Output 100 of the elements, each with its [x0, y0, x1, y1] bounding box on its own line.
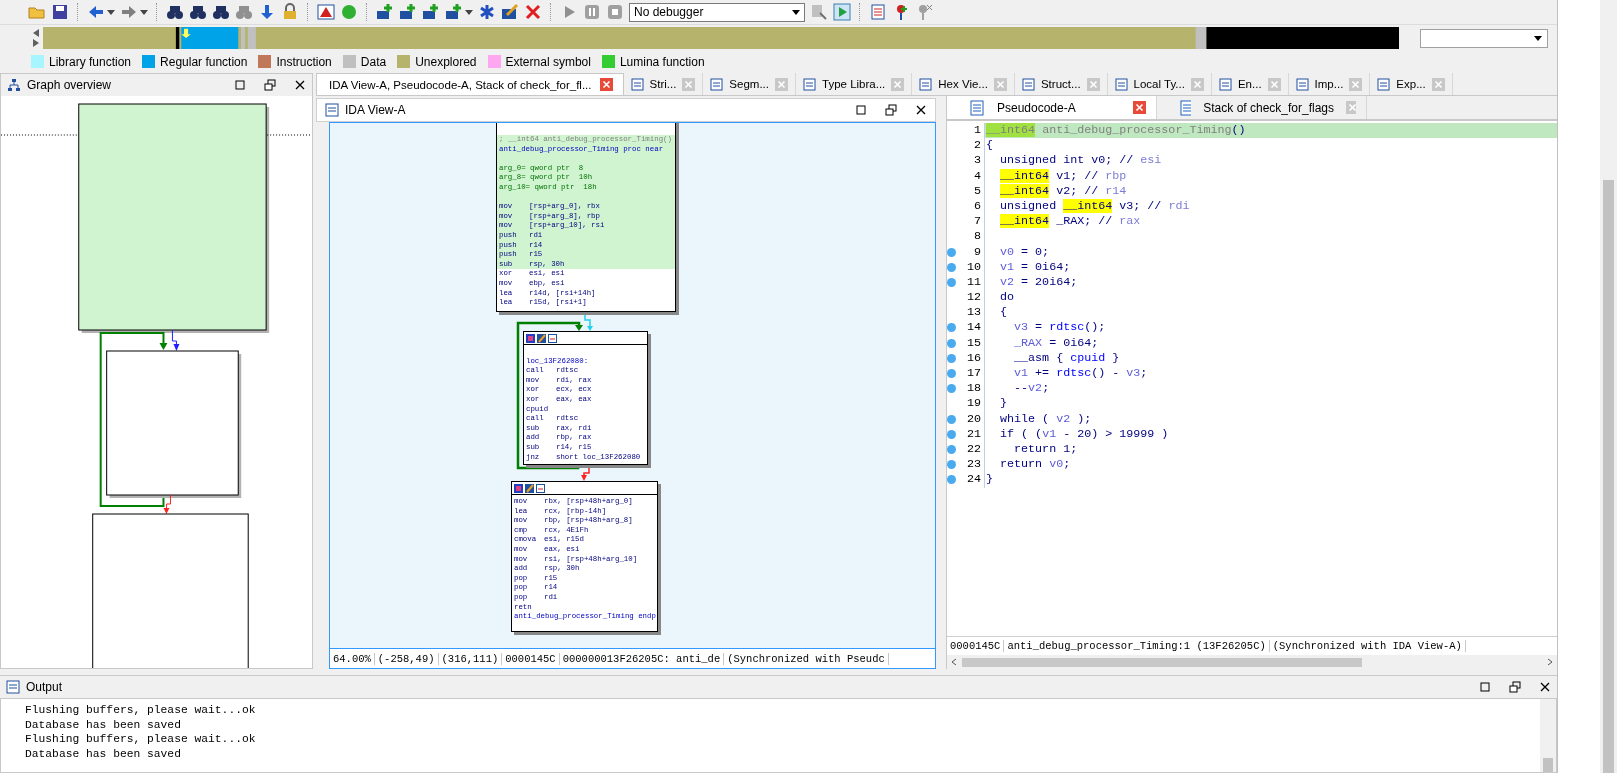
lock-icon[interactable] [281, 3, 299, 21]
line-number: 6 [974, 198, 981, 215]
tab[interactable]: IDA View-A, Pseudocode-A, Stack of check_for_fl... [316, 73, 624, 95]
maximize-icon[interactable] [1479, 681, 1491, 693]
document-icon [803, 77, 816, 91]
breakpoint-marker[interactable] [947, 369, 956, 378]
binoculars-icon[interactable] [189, 3, 207, 21]
document-icon [1021, 77, 1035, 91]
save-icon[interactable] [51, 3, 69, 21]
asterisk-icon[interactable] [478, 3, 496, 21]
plus-icon[interactable] [422, 3, 440, 21]
code-line: v0 = 0; [999, 244, 1051, 260]
breakpoint-marker[interactable] [947, 338, 956, 348]
graph-icon [7, 78, 21, 92]
scroll-left-icon[interactable] [950, 658, 958, 666]
float-icon[interactable] [885, 104, 897, 116]
code-line: while ( v2 ); [999, 411, 1093, 427]
close-icon[interactable] [915, 104, 927, 116]
color-icon[interactable] [514, 483, 523, 493]
status-field: (Synchronized with IDA View-A) [1269, 640, 1466, 652]
float-icon[interactable] [1509, 681, 1521, 693]
vertical-scrollbar[interactable] [1600, 0, 1617, 773]
document-icon [710, 77, 724, 91]
binoculars-icon[interactable] [212, 3, 230, 21]
code-line: unsigned __int64 v3; // rdi [999, 198, 1191, 215]
code-line: v1 += rdtsc() - v3; [1013, 366, 1149, 382]
breakpoint-marker[interactable] [947, 444, 956, 454]
horizontal-scrollbar[interactable] [947, 655, 1557, 669]
graph-node[interactable] [511, 481, 658, 632]
caret-icon[interactable] [465, 9, 473, 15]
document-icon [1114, 77, 1128, 91]
output-line: Flushing buffers, please wait...ok [25, 732, 257, 747]
code-line: return v0; [999, 457, 1072, 473]
line-number: 4 [974, 168, 981, 184]
stop-icon[interactable] [606, 3, 624, 21]
breakpoint-marker[interactable] [947, 429, 956, 439]
status-field: 64.00% [330, 652, 375, 665]
maximize-icon[interactable] [234, 79, 246, 91]
scroll-right-icon[interactable] [1546, 658, 1554, 666]
maximize-icon[interactable] [855, 104, 867, 116]
breakpoint-marker[interactable] [947, 262, 956, 272]
document-icon [919, 77, 933, 91]
scroll-arrows-icon[interactable] [32, 28, 40, 48]
status-field: 0000145C [947, 640, 1005, 652]
code-line: __asm { cpuid } [1013, 350, 1121, 366]
vertical-scrollbar[interactable] [1540, 699, 1556, 772]
back-arrow-icon[interactable] [87, 3, 105, 21]
color-icon[interactable] [526, 333, 535, 343]
caret-icon [792, 9, 800, 15]
breakpoint-marker[interactable] [947, 323, 956, 333]
binoculars-icon[interactable] [166, 3, 184, 21]
graph-node[interactable] [496, 123, 676, 312]
caret-icon[interactable] [107, 9, 115, 15]
pencil-icon[interactable] [525, 483, 534, 493]
document-icon [1179, 99, 1192, 116]
breakpoint-marker[interactable] [947, 475, 956, 485]
status-field: 000000013F26205C: anti_de [559, 652, 725, 665]
code-line: do [999, 290, 1016, 306]
debugger-dropdown[interactable]: No debugger [629, 2, 805, 22]
pencil-icon[interactable] [537, 333, 546, 343]
group-icon[interactable] [536, 483, 545, 493]
view-title: IDA View-A [345, 103, 406, 117]
tool-icon[interactable] [810, 3, 828, 21]
tab[interactable]: Pseudocode-A [947, 96, 1157, 119]
float-icon[interactable] [264, 79, 276, 91]
line-number: 9 [974, 244, 981, 260]
circle-icon[interactable] [340, 3, 358, 21]
warning-icon[interactable] [317, 3, 335, 21]
tool-icon[interactable] [833, 3, 851, 21]
line-number: 21 [966, 426, 981, 442]
pause-icon[interactable] [583, 3, 601, 21]
plus-icon[interactable] [445, 3, 463, 21]
close-icon[interactable] [1539, 681, 1551, 693]
tab[interactable]: Stack of check_for_flags [1157, 96, 1367, 119]
segment-dropdown[interactable] [1420, 28, 1548, 48]
caret-icon[interactable] [140, 9, 148, 15]
document-icon[interactable] [869, 3, 887, 21]
code-line: { [999, 305, 1009, 321]
legend-label: External symbol [505, 54, 591, 69]
plus-icon[interactable] [399, 3, 417, 21]
breakpoint-marker[interactable] [947, 277, 956, 287]
delete-icon[interactable] [524, 3, 542, 21]
line-number: 14 [966, 320, 981, 336]
plus-icon[interactable] [376, 3, 394, 21]
breakpoint-marker[interactable] [947, 384, 956, 394]
navigation-band-drawing[interactable] [43, 27, 1399, 49]
code-line: __int64 _RAX; // rax [999, 214, 1142, 230]
line-number: 1 [974, 123, 981, 139]
legend-label: Unexplored [415, 54, 477, 69]
breakpoint-marker[interactable] [947, 460, 956, 470]
code-line: unsigned int v0; // esi [999, 153, 1163, 169]
output-line: Database has been saved [25, 746, 182, 761]
breakpoint-marker[interactable] [947, 414, 956, 424]
line-number: 20 [966, 411, 981, 427]
group-icon[interactable] [548, 333, 557, 343]
pencil-icon[interactable] [501, 3, 519, 21]
code-line: v3 = rdtsc(); [1013, 320, 1107, 336]
breakpoint-marker[interactable] [947, 247, 956, 257]
close-icon[interactable] [294, 79, 306, 91]
breakpoint-marker[interactable] [947, 353, 956, 363]
